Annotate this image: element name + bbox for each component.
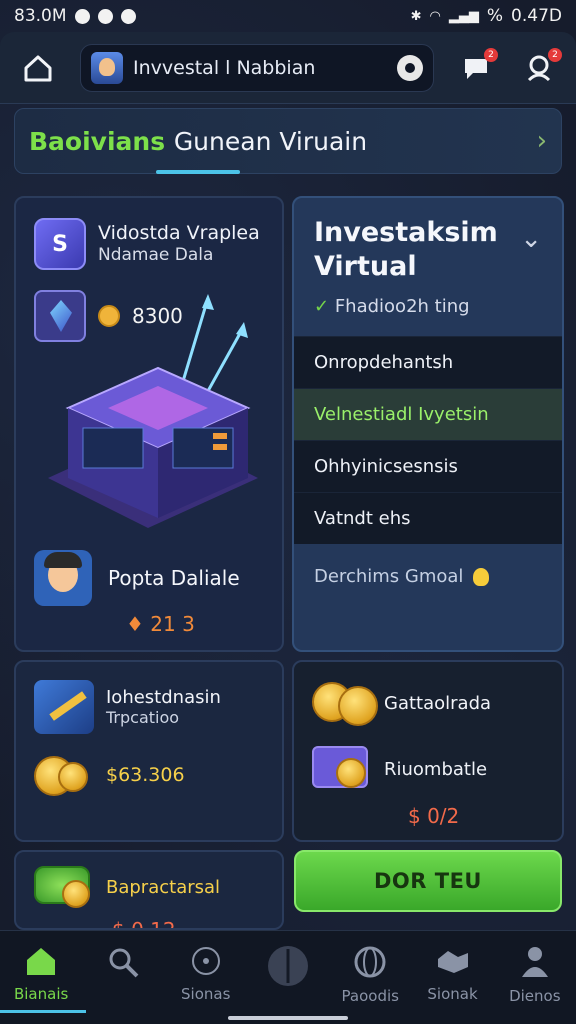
price-value: 21 3 xyxy=(150,612,195,636)
dropdown-selected-label: Fhadioo2h ting xyxy=(334,296,470,317)
practical-card-title: Bapractarsal xyxy=(106,876,221,898)
banner-title: Baoivians Gunean Viruain xyxy=(29,127,367,156)
investment-card[interactable]: Iohestdnasin Trpcatioo $63.306 xyxy=(14,660,284,842)
practical-card-header: Bapractarsal xyxy=(34,864,220,910)
coin-stack-icon xyxy=(34,752,94,798)
search-bar[interactable]: Invvestal l Nabbian xyxy=(80,43,434,92)
dropdown-footer-label: Derchims Gmoal xyxy=(314,566,464,587)
handshake-icon xyxy=(437,951,468,973)
home-button[interactable] xyxy=(14,44,62,92)
globe-icon xyxy=(354,946,386,978)
dropdown-footer[interactable]: Derchims Gmoal xyxy=(294,544,562,609)
banner-title-white: Gunean Viruain xyxy=(173,126,368,156)
dollar-icon: S xyxy=(34,218,86,270)
dropdown-option[interactable]: Vatndt ehs xyxy=(294,492,562,544)
dropdown-title: Investaksim Virtual xyxy=(314,217,498,282)
app-bar: Invvestal l Nabbian 2 2 xyxy=(0,32,576,104)
bottom-navigation: Bianais Sionas Paoodis Sionak Dienos xyxy=(0,930,576,1024)
investment-feature-card[interactable]: S Vidostda Vraplea Ndamae Dala 8300 Popt… xyxy=(14,196,284,652)
practical-card[interactable]: Bapractarsal $ 0.12 xyxy=(14,850,284,930)
status-time-left: 83.0M xyxy=(14,6,67,26)
server-box-illustration xyxy=(48,294,258,528)
feature-title: Vidostda Vraplea xyxy=(98,222,260,244)
profile-badge: 2 xyxy=(548,47,562,62)
money-icon xyxy=(34,864,94,910)
feature-subtitle: Ndamae Dala xyxy=(98,245,214,265)
nav-label-globe: Paoodis xyxy=(341,987,399,1005)
avatar xyxy=(91,51,123,84)
investment-card-value: $63.306 xyxy=(106,764,185,786)
dropdown-option[interactable]: Onropdehantsh xyxy=(294,336,562,388)
gains-card-value: $ 0/2 xyxy=(408,804,460,828)
status-bar: 83.0M ✱ ◠ ▂▄▆ % 0.47D xyxy=(0,0,576,32)
primary-action-button[interactable]: DOR TEU xyxy=(294,850,562,912)
compass-icon xyxy=(191,947,220,975)
nav-item-profile[interactable]: Dienos xyxy=(494,945,576,1005)
wifi-icon: ◠ xyxy=(429,8,441,24)
nav-item-search[interactable] xyxy=(82,945,164,987)
nav-item-center[interactable] xyxy=(247,945,329,995)
settings-icon xyxy=(97,8,113,24)
gesture-home-indicator[interactable] xyxy=(228,1016,348,1020)
dropdown-header[interactable]: Investaksim Virtual ⌄ ✓ Fhadioo2h ting xyxy=(294,198,562,336)
check-icon: ✓ xyxy=(314,296,330,317)
investment-card-header: Iohestdnasin Trpcatioo xyxy=(34,680,221,734)
dropdown-option-highlighted[interactable]: Velnestiadl Ivyetsin xyxy=(294,388,562,440)
dropdown-option[interactable]: Ohhyinicsesnsis xyxy=(294,440,562,492)
profile-search-button[interactable]: 2 xyxy=(518,46,562,90)
dropdown-selected: ✓ Fhadioo2h ting xyxy=(314,296,542,317)
notification-icon xyxy=(74,8,90,24)
investment-card-subtitle: Trpcatioo xyxy=(106,708,180,727)
search-text: Invvestal l Nabbian xyxy=(133,56,316,79)
gains-card-subtitle: Riuombatle xyxy=(384,758,488,780)
nav-label-handshake: Sionak xyxy=(427,985,478,1003)
active-tab-indicator xyxy=(0,1010,86,1013)
chat-button[interactable]: 2 xyxy=(454,46,498,90)
investment-card-value-row: $63.306 xyxy=(34,752,185,798)
gains-card-header: Gattaolrada xyxy=(312,680,491,726)
user-name: Popta Daliale xyxy=(108,566,240,590)
wallet-icon xyxy=(312,746,372,792)
gains-card-row: Riuombatle xyxy=(312,746,487,792)
banner-title-green: Baoivians xyxy=(29,126,166,156)
signal-icon: ▂▄▆ xyxy=(448,8,479,24)
circle-icon xyxy=(267,946,308,986)
banner-indicator xyxy=(156,170,240,174)
avatar xyxy=(34,550,92,606)
status-time-right: 0.47D xyxy=(511,6,562,26)
chevron-down-icon[interactable]: ⌄ xyxy=(520,224,542,254)
investment-dropdown[interactable]: Investaksim Virtual ⌄ ✓ Fhadioo2h ting O… xyxy=(292,196,564,652)
app-icon xyxy=(120,8,136,24)
lightbulb-icon xyxy=(473,567,490,586)
coins-icon xyxy=(312,680,378,726)
chat-badge: 2 xyxy=(484,47,498,62)
home-icon xyxy=(24,55,52,81)
search-icon xyxy=(109,948,139,978)
user-row: Popta Daliale xyxy=(34,550,240,606)
nav-item-globe[interactable]: Paoodis xyxy=(329,945,411,1005)
battery-percent: % xyxy=(486,6,504,26)
bluetooth-icon: ✱ xyxy=(410,8,422,24)
nav-label-compass: Sionas xyxy=(181,985,231,1003)
scan-icon[interactable] xyxy=(397,54,423,81)
nav-label-profile: Dienos xyxy=(509,987,561,1005)
nav-item-handshake[interactable]: Sionak xyxy=(411,945,493,1003)
person-icon xyxy=(521,947,548,977)
nav-item-home[interactable]: Bianais xyxy=(0,945,82,1003)
nav-label-home: Bianais xyxy=(13,985,69,1003)
gains-card-title: Gattaolrada xyxy=(384,692,492,714)
feature-header: S Vidostda Vraplea Ndamae Dala xyxy=(34,218,260,270)
nav-item-compass[interactable]: Sionas xyxy=(165,945,247,1003)
price-label: ♦ 21 3 xyxy=(126,612,195,636)
investment-card-title: Iohestdnasin xyxy=(106,687,221,708)
chevron-right-icon[interactable]: › xyxy=(537,126,547,156)
practical-card-value: $ 0.12 xyxy=(112,918,176,930)
pencil-icon xyxy=(34,680,94,734)
fire-icon: ♦ xyxy=(126,612,144,636)
home-icon xyxy=(27,948,56,975)
category-banner[interactable]: Baoivians Gunean Viruain › xyxy=(14,108,562,174)
gains-card[interactable]: Gattaolrada Riuombatle $ 0/2 xyxy=(292,660,564,842)
